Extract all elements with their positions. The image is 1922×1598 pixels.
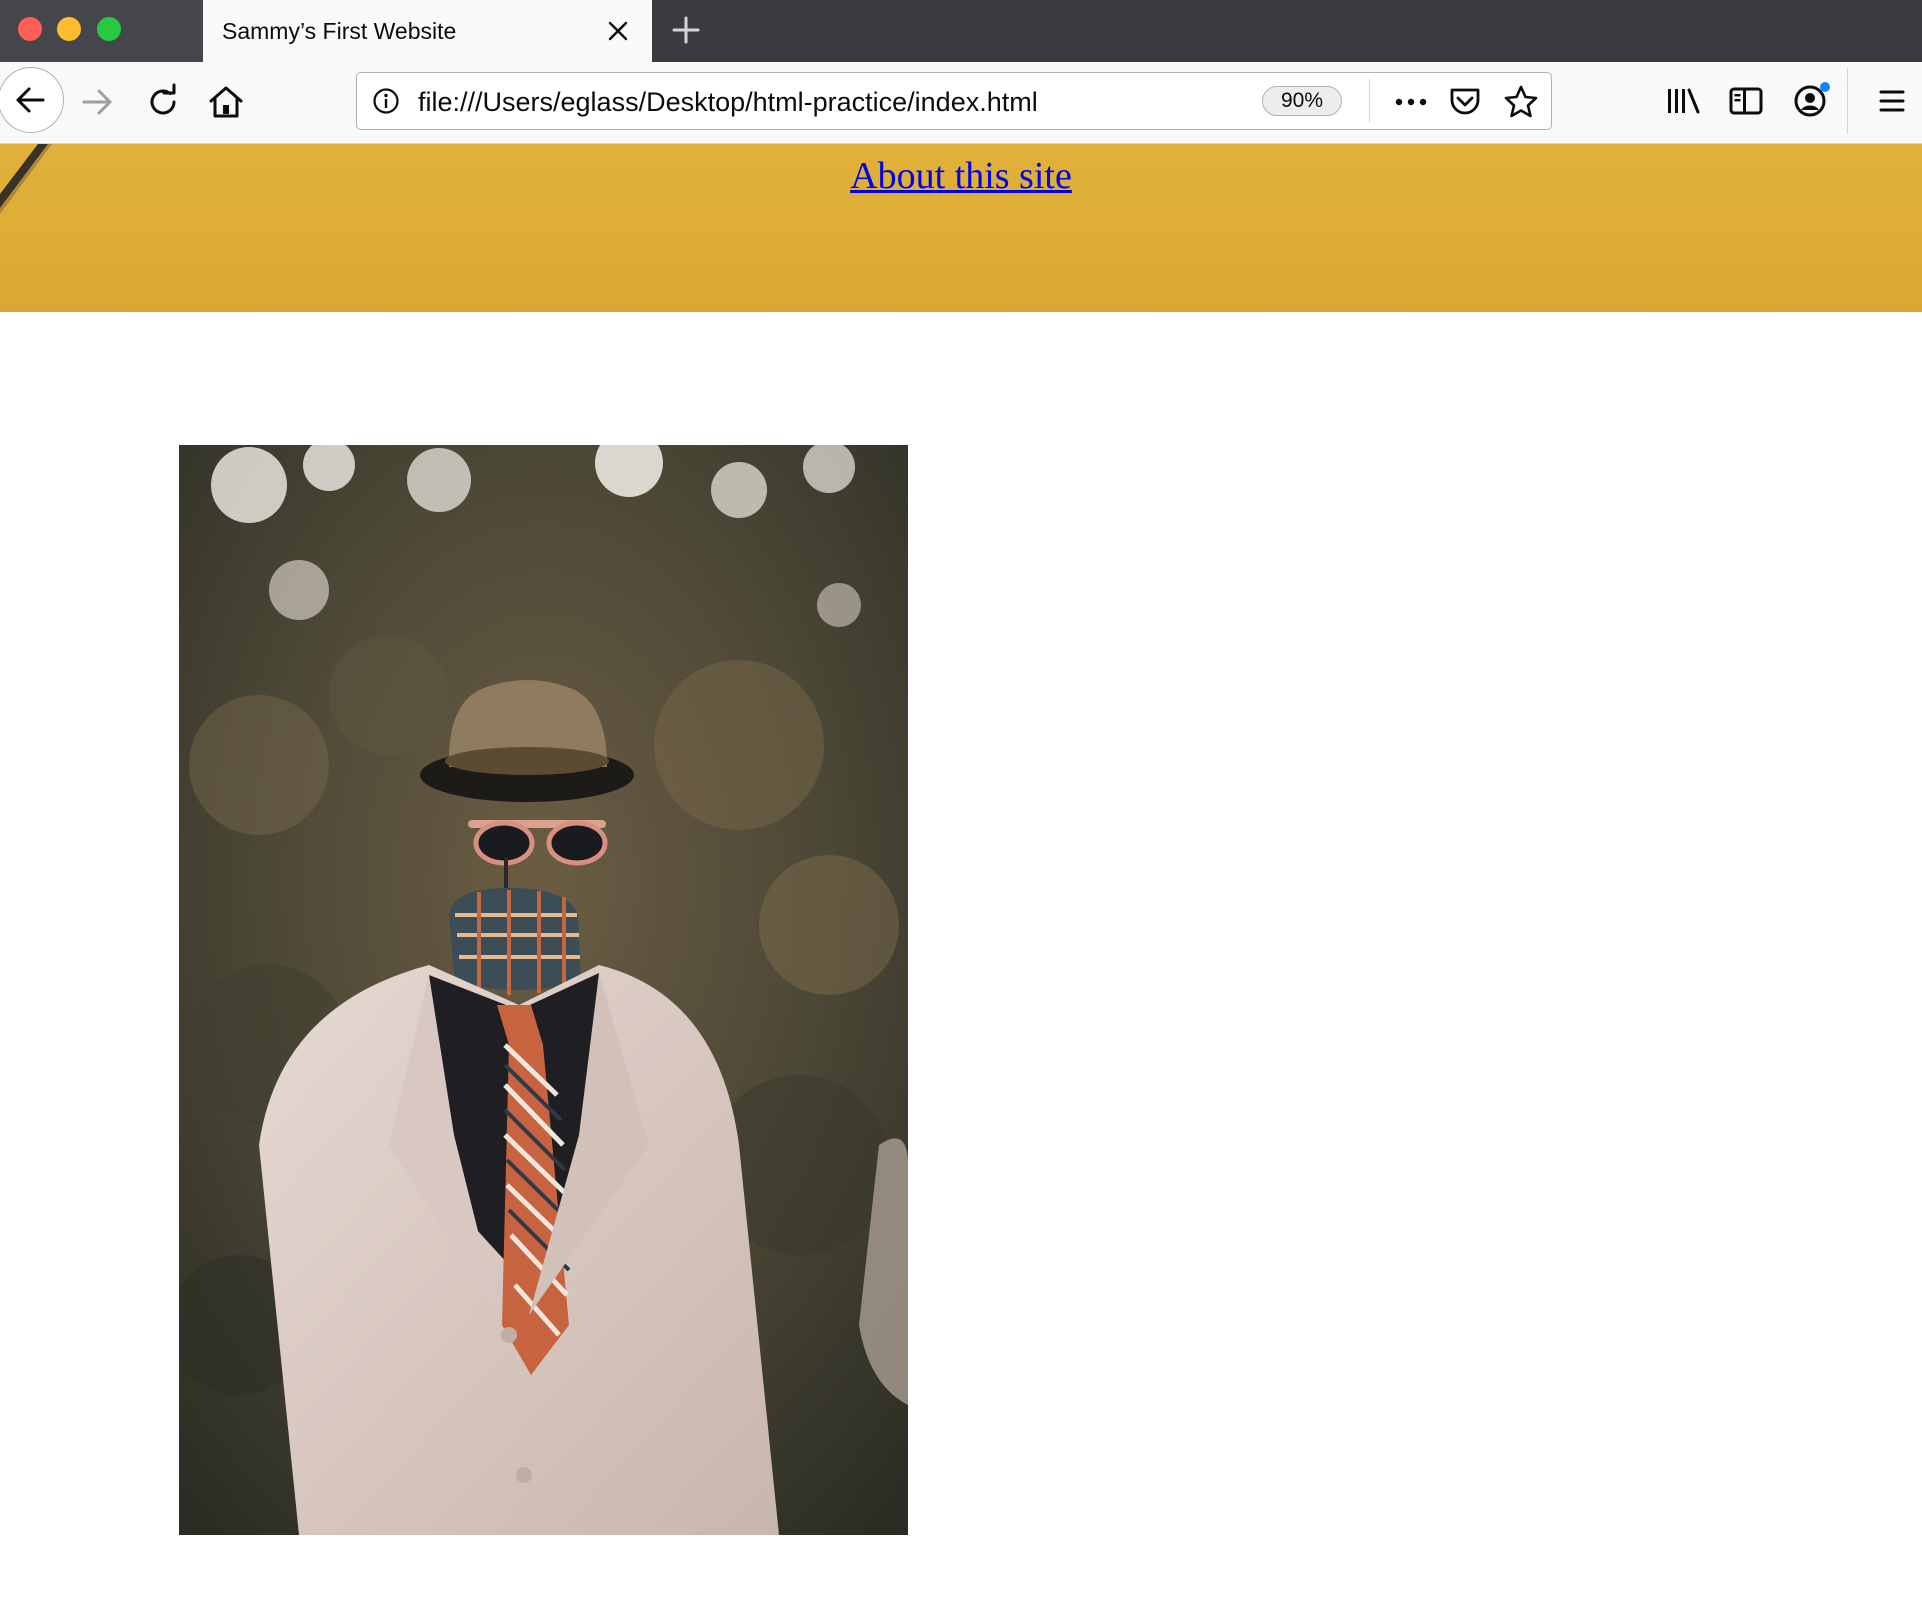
- home-icon[interactable]: [206, 82, 246, 122]
- window-controls: [0, 0, 203, 62]
- plus-icon[interactable]: [670, 14, 702, 46]
- arrow-right-icon[interactable]: [78, 82, 118, 122]
- sidebar-icon[interactable]: [1726, 81, 1766, 121]
- tab-title: Sammy’s First Website: [222, 18, 457, 44]
- library-icon[interactable]: [1663, 81, 1703, 121]
- header-banner: About this site: [0, 144, 1922, 312]
- arrow-left-icon: [16, 87, 45, 113]
- hamburger-icon[interactable]: [1872, 81, 1912, 121]
- window-minimize-button[interactable]: [57, 17, 81, 41]
- info-icon[interactable]: [372, 87, 400, 115]
- window-close-button[interactable]: [18, 17, 42, 41]
- about-link[interactable]: About this site: [0, 154, 1922, 198]
- reload-icon[interactable]: [143, 82, 183, 122]
- url-divider: [1369, 79, 1370, 123]
- toolbar-divider: [1847, 68, 1848, 134]
- window-zoom-button[interactable]: [97, 17, 121, 41]
- url-text[interactable]: file:///Users/eglass/Desktop/html-practi…: [418, 87, 1038, 118]
- more-horizontal-icon[interactable]: [1393, 90, 1429, 114]
- tab-bar: Sammy’s First Website: [0, 0, 1922, 62]
- back-button[interactable]: [0, 67, 64, 133]
- account-icon[interactable]: [1790, 81, 1830, 121]
- address-bar[interactable]: file:///Users/eglass/Desktop/html-practi…: [356, 72, 1552, 130]
- tab-active[interactable]: Sammy’s First Website: [203, 0, 652, 62]
- close-icon[interactable]: [604, 17, 632, 45]
- mannequin-photo: [179, 445, 908, 1535]
- star-icon[interactable]: [1503, 84, 1539, 120]
- zoom-level-button[interactable]: 90%: [1262, 86, 1342, 116]
- pocket-icon[interactable]: [1448, 85, 1482, 119]
- mannequin-image: [179, 445, 908, 1535]
- navigation-toolbar: file:///Users/eglass/Desktop/html-practi…: [0, 62, 1922, 144]
